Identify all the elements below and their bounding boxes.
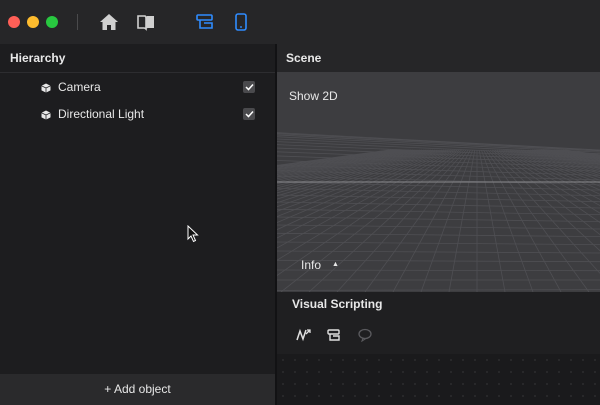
minimize-window-button[interactable]	[27, 16, 39, 28]
add-object-label: + Add object	[104, 382, 171, 396]
mouse-cursor-icon	[187, 224, 199, 243]
divider	[0, 72, 275, 73]
show-2d-toggle[interactable]: Show 2D	[289, 89, 338, 103]
close-window-button[interactable]	[8, 16, 20, 28]
cube-icon	[41, 82, 51, 93]
home-icon[interactable]	[99, 12, 119, 32]
hierarchy-item-label: Directional Light	[58, 107, 145, 121]
hierarchy-item-directional-light[interactable]: Directional Light	[0, 101, 275, 127]
scene-grid	[277, 132, 600, 292]
hierarchy-item-label: Camera	[58, 80, 101, 94]
zoom-window-button[interactable]	[46, 16, 58, 28]
visibility-checkbox[interactable]	[243, 108, 255, 120]
cube-icon	[41, 109, 51, 120]
book-icon[interactable]	[136, 12, 156, 32]
curve-icon[interactable]	[295, 327, 313, 343]
layout-icon[interactable]	[195, 12, 215, 32]
title-bar	[0, 0, 600, 44]
device-icon[interactable]	[231, 12, 251, 32]
node-icon[interactable]	[325, 327, 343, 343]
add-object-button[interactable]: + Add object	[0, 374, 275, 405]
scene-header: Scene	[277, 44, 600, 72]
caret-up-icon[interactable]: ▲	[332, 261, 339, 268]
hierarchy-title: Hierarchy	[10, 51, 66, 65]
hierarchy-item-camera[interactable]: Camera	[0, 74, 275, 100]
toolbar-divider	[77, 14, 78, 30]
info-toggle[interactable]: Info	[301, 258, 321, 272]
visual-scripting-panel: Visual Scripting	[277, 292, 600, 354]
comment-icon[interactable]	[356, 327, 374, 343]
scene-title: Scene	[286, 51, 322, 65]
visibility-checkbox[interactable]	[243, 81, 255, 93]
visual-scripting-title: Visual Scripting	[292, 297, 383, 311]
hierarchy-panel: Hierarchy Camera Directional Light + Add…	[0, 44, 275, 405]
visual-scripting-canvas[interactable]	[277, 354, 600, 405]
scene-viewport[interactable]: Show 2D Info ▲	[277, 72, 600, 292]
